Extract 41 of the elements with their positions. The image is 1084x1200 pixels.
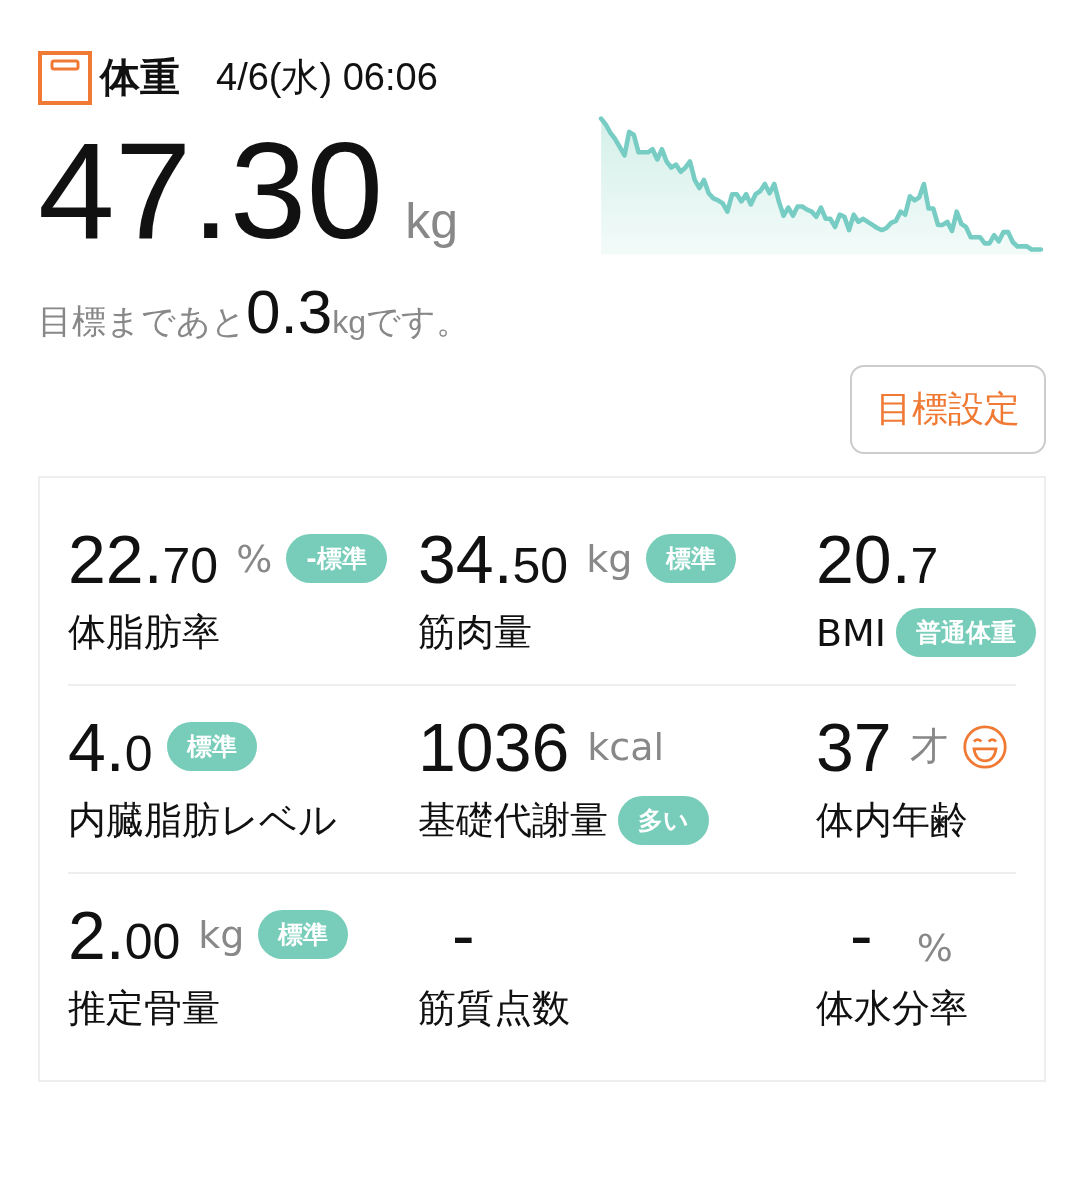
status-badge: 多い xyxy=(618,796,709,846)
goal-suffix: です。 xyxy=(366,299,470,343)
metric-value: 34.50 xyxy=(418,519,569,598)
metric-label: BMI xyxy=(816,610,887,655)
status-badge: 普通体重 xyxy=(896,608,1037,658)
unit-label: kg xyxy=(586,536,633,581)
status-badge: 標準 xyxy=(646,534,737,584)
metric-label: 体脂肪率 xyxy=(68,609,220,657)
metric-label: 体水分率 xyxy=(816,985,968,1033)
metric-label: 体内年齢 xyxy=(816,797,968,845)
unit-label: % xyxy=(236,536,273,581)
weight-unit: kg xyxy=(405,192,459,250)
metric-label: 基礎代謝量 xyxy=(418,797,608,845)
metric-value: 37 xyxy=(816,707,892,786)
goal-setting-button[interactable]: 目標設定 xyxy=(850,364,1046,454)
metric-value: 2.00 xyxy=(68,895,181,974)
metric-value: 1036 xyxy=(418,707,570,786)
status-badge: 標準 xyxy=(166,722,257,772)
unit-label: kcal xyxy=(587,724,665,769)
unit-label: 才 xyxy=(909,723,948,771)
scale-icon xyxy=(38,50,92,105)
metric-label: 推定骨量 xyxy=(68,985,220,1033)
metric-value: 22.70 xyxy=(68,519,219,598)
weight-value: 47.30 xyxy=(38,112,384,269)
status-badge: -標準 xyxy=(286,534,387,584)
metric-label: 筋質点数 xyxy=(418,985,570,1033)
unit-label: kg xyxy=(198,912,245,957)
measurement-datetime: 4/6(水) 06:06 xyxy=(216,55,438,100)
metric-value: - xyxy=(452,895,475,974)
status-badge: 標準 xyxy=(258,910,349,960)
smiley-icon xyxy=(961,723,1008,770)
metric-value: - xyxy=(850,895,873,974)
unit-label: % xyxy=(916,925,953,970)
goal-value: 0.3 xyxy=(246,275,333,347)
page-title: 体重 xyxy=(100,53,180,102)
metric-value: 20.7 xyxy=(816,519,939,598)
metric-label: 内臓脂肪レベル xyxy=(68,797,337,845)
goal-prefix: 目標まであと xyxy=(38,299,246,343)
metric-label: 筋肉量 xyxy=(418,609,532,657)
goal-unit: kg xyxy=(332,303,366,341)
metric-value: 4.0 xyxy=(68,707,153,786)
